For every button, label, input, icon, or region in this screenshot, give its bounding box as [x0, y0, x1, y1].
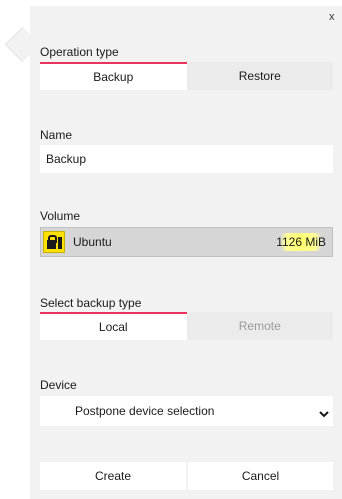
operation-backup-option[interactable]: Backup	[40, 62, 187, 90]
cancel-button[interactable]: Cancel	[188, 462, 333, 490]
operation-restore-option[interactable]: Restore	[186, 62, 333, 90]
operation-type-label: Operation type	[40, 45, 119, 59]
create-button[interactable]: Create	[40, 462, 186, 490]
name-field[interactable]: Backup	[40, 145, 333, 173]
device-label: Device	[40, 378, 77, 392]
chevron-down-icon	[319, 411, 329, 418]
name-label: Name	[40, 128, 73, 142]
backup-type-local-option[interactable]: Local	[40, 312, 187, 340]
backup-type-selector: Local Remote	[40, 312, 333, 340]
volume-selector[interactable]: Ubuntu 1126 MiB	[40, 227, 333, 257]
volume-label: Volume	[40, 209, 81, 223]
device-select[interactable]: Postpone device selection	[40, 396, 333, 426]
volume-size: 1126 MiB	[274, 233, 328, 251]
device-select-value: Postpone device selection	[75, 404, 215, 418]
backup-type-remote-option: Remote	[186, 312, 333, 340]
close-icon[interactable]: x	[329, 11, 335, 23]
backup-type-label: Select backup type	[40, 296, 142, 310]
encrypted-volume-icon	[43, 231, 65, 253]
volume-name: Ubuntu	[73, 235, 112, 249]
operation-type-selector: Backup Restore	[40, 62, 333, 90]
